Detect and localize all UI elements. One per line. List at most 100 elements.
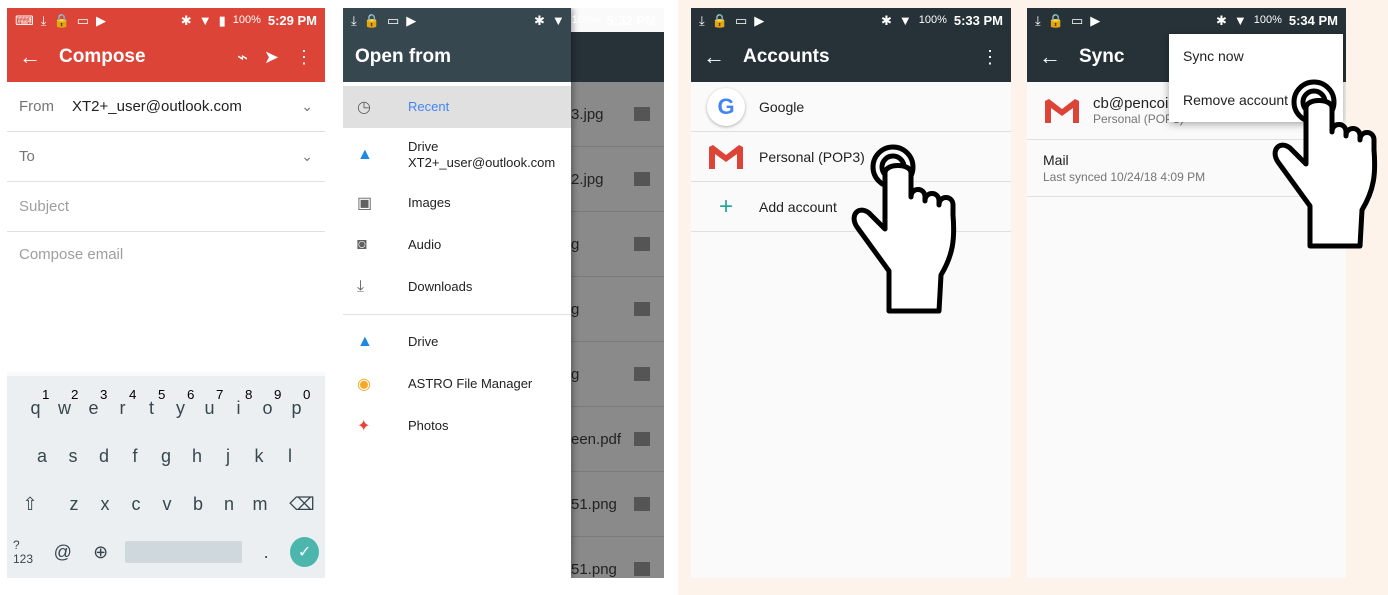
chevron-down-icon[interactable]: ⌄	[301, 148, 313, 165]
open-from-drawer: ⤓ 🔒 ▭ ▶ Open from ◷ Recent ▲ Drive XT2+_user@ou…	[343, 8, 571, 578]
file-name: g	[571, 365, 580, 383]
subject-field[interactable]: Subject	[7, 182, 325, 232]
bluetooth-icon: ✱	[533, 12, 545, 28]
body-placeholder: Compose email	[19, 246, 124, 263]
drawer-item-audio[interactable]: ◙ Audio	[343, 224, 571, 266]
send-icon[interactable]: ➤	[264, 47, 279, 68]
gmail-icon	[709, 144, 743, 169]
drawer-item-recent[interactable]: ◷ Recent	[343, 86, 571, 128]
status-bar: ⤓ 🔒 ▭ ▶ ✱ ▼ 100% 5:34 PM	[1027, 8, 1346, 32]
file-name: g	[571, 300, 580, 318]
drawer-item-label: Drive	[408, 334, 439, 349]
play-icon: ▶	[1090, 12, 1101, 28]
backspace-icon[interactable]: ⌫	[288, 494, 317, 515]
cast-icon: ▭	[734, 12, 748, 28]
drawer-item-drive[interactable]: ▲ Drive	[343, 321, 571, 363]
cast-icon: ▭	[386, 12, 400, 28]
chevron-down-icon[interactable]: ⌄	[301, 98, 313, 115]
space-key[interactable]	[124, 541, 243, 563]
battery-level: 100%	[571, 14, 600, 26]
plus-icon: +	[718, 192, 733, 220]
drawer-item-label: Drive	[408, 139, 439, 154]
gmail-icon	[1045, 98, 1079, 123]
drawer-item-drive[interactable]: ▲ Drive XT2+_user@outlook.com	[343, 128, 571, 182]
key-v[interactable]: v	[152, 494, 183, 515]
account-google[interactable]: G Google	[691, 82, 1011, 132]
status-bar: ⤓ 🔒 ▭ ▶ ✱ ▼ 100% 5:33 PM	[691, 8, 1011, 32]
attach-icon[interactable]: ⌁	[237, 47, 248, 68]
play-icon: ▶	[754, 12, 765, 28]
drawer-item-astro-file-manager[interactable]: ◉ ASTRO File Manager	[343, 363, 571, 405]
period-key[interactable]: .	[252, 542, 280, 563]
soft-keyboard: q1w2e3r4t5y6u7i8o9p0 asdfghjkl ⇧ zxcvbnm…	[7, 376, 325, 578]
image-icon	[634, 432, 650, 446]
back-arrow-icon[interactable]: ←	[19, 44, 59, 70]
clock: 5:32 PM	[606, 12, 656, 28]
key-f[interactable]: f	[120, 446, 151, 467]
image-icon	[634, 172, 650, 186]
more-vert-icon[interactable]: ⋮	[295, 47, 313, 68]
keyboard-row-3: ⇧ z x c v b n m ⌫	[7, 480, 325, 528]
shift-key[interactable]: ⇧	[16, 494, 45, 515]
key-h[interactable]: h	[182, 446, 213, 467]
page-title: Accounts	[743, 46, 830, 67]
more-vert-icon[interactable]: ⋮	[981, 47, 999, 68]
drawer-item-images[interactable]: ▣ Images	[343, 182, 571, 224]
bluetooth-icon: ✱	[880, 12, 892, 28]
key-a[interactable]: a	[27, 446, 58, 467]
drawer-item-photos[interactable]: ✦ Photos	[343, 405, 571, 447]
key-z[interactable]: z	[59, 494, 90, 515]
file-name: een.pdf	[571, 430, 622, 448]
from-value: XT2+_user@outlook.com	[72, 98, 242, 115]
lock-icon: 🔒	[53, 12, 70, 28]
keyboard-bottom-row: ?123 @ ⊕ . ✓	[7, 528, 325, 576]
key-g[interactable]: g	[151, 446, 182, 467]
image-icon	[634, 237, 650, 251]
drawer-item-label: Photos	[408, 418, 449, 433]
file-name: 3.jpg	[571, 105, 604, 123]
battery-level: 100%	[1253, 14, 1282, 26]
key-b[interactable]: b	[183, 494, 214, 515]
download-icon: ⤓	[357, 278, 365, 295]
battery-level: 100%	[918, 14, 947, 26]
image-icon	[634, 497, 650, 511]
compose-screen: ⌨ ⤓ 🔒 ▭ ▶ ✱ ▼ ▮ 100% 5:29 PM ← Compose ⌁ ➤ ⋮ Fro…	[7, 8, 325, 578]
back-arrow-icon[interactable]: ←	[703, 44, 743, 70]
wifi-icon: ▼	[198, 12, 212, 28]
key-s[interactable]: s	[58, 446, 89, 467]
drawer-item-sublabel: XT2+_user@outlook.com	[408, 155, 556, 170]
from-field[interactable]: From XT2+_user@outlook.com ⌄	[7, 82, 325, 132]
clock-icon: ◷	[357, 99, 371, 116]
key-j[interactable]: j	[213, 446, 244, 467]
key-n[interactable]: n	[214, 494, 245, 515]
menu-item-sync-now[interactable]: Sync now	[1169, 34, 1343, 78]
wifi-icon: ▼	[898, 12, 912, 28]
key-k[interactable]: k	[244, 446, 275, 467]
symbols-key[interactable]: ?123	[13, 538, 39, 566]
key-l[interactable]: l	[275, 446, 306, 467]
done-check-icon[interactable]: ✓	[290, 537, 319, 567]
to-field[interactable]: To ⌄	[7, 132, 325, 182]
lock-icon: 🔒	[363, 12, 380, 28]
bluetooth-icon: ✱	[180, 12, 192, 28]
image-icon	[634, 107, 650, 121]
compose-toolbar: ← Compose ⌁ ➤ ⋮	[7, 32, 325, 82]
back-arrow-icon[interactable]: ←	[1039, 44, 1079, 70]
key-m[interactable]: m	[245, 494, 276, 515]
wifi-icon: ▼	[1233, 12, 1247, 28]
clock: 5:29 PM	[267, 12, 317, 28]
tap-hand-icon	[1272, 79, 1378, 249]
drawer-item-downloads[interactable]: ⤓ Downloads	[343, 266, 571, 308]
image-icon	[634, 302, 650, 316]
at-key[interactable]: @	[49, 542, 77, 563]
keyboard-row-2: asdfghjkl	[7, 432, 325, 480]
drawer-list: ◷ Recent ▲ Drive XT2+_user@outlook.com ▣ Image…	[343, 82, 571, 308]
drawer-item-label: Downloads	[408, 279, 473, 294]
compose-body-field[interactable]: Compose email	[7, 232, 325, 372]
key-d[interactable]: d	[89, 446, 120, 467]
key-c[interactable]: c	[121, 494, 152, 515]
key-x[interactable]: x	[90, 494, 121, 515]
status-bar: ⌨ ⤓ 🔒 ▭ ▶ ✱ ▼ ▮ 100% 5:29 PM	[7, 8, 325, 32]
app-list: ▲ Drive ◉ ASTRO File Manager ✦ Photos	[343, 321, 571, 447]
globe-icon[interactable]: ⊕	[87, 542, 115, 563]
